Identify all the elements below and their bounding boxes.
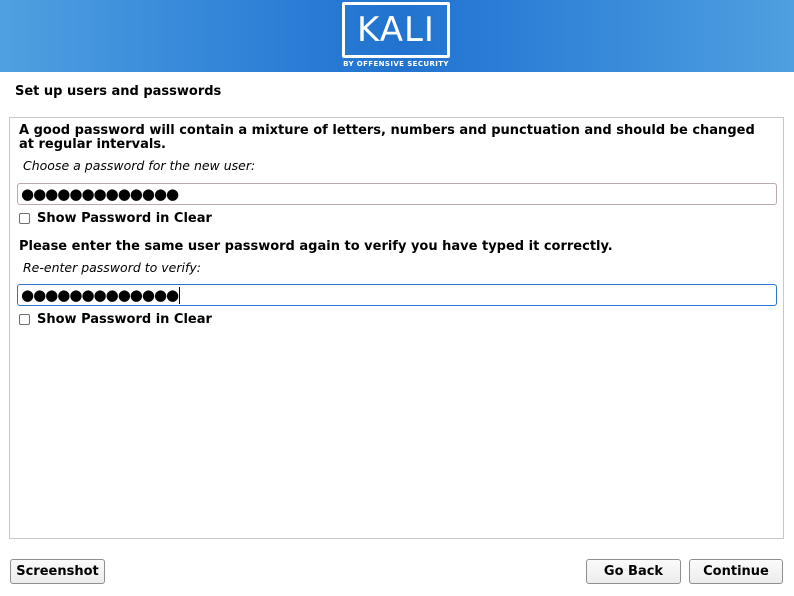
go-back-button[interactable]: Go Back — [586, 559, 681, 584]
show-password-checkbox[interactable] — [19, 212, 30, 224]
kali-logo: KALI — [342, 2, 450, 58]
logo-text: KALI — [357, 10, 435, 50]
password-input[interactable]: ●●●●●●●●●●●●● — [17, 183, 777, 205]
password-field-label: Choose a password for the new user: — [23, 158, 256, 173]
show-password-row[interactable]: Show Password in Clear — [19, 210, 212, 226]
verify-masked-value: ●●●●●●●●●●●●● — [21, 286, 179, 304]
verify-field-label: Re-enter password to verify: — [23, 260, 201, 275]
kali-banner: KALI BY OFFENSIVE SECURITY — [0, 0, 794, 72]
content-panel — [9, 117, 784, 539]
show-verify-password-row[interactable]: Show Password in Clear — [19, 311, 212, 327]
show-verify-password-checkbox[interactable] — [19, 313, 30, 325]
show-password-label[interactable]: Show Password in Clear — [37, 211, 212, 226]
verify-password-input[interactable]: ●●●●●●●●●●●●● — [17, 284, 777, 306]
text-caret — [179, 287, 181, 304]
continue-button[interactable]: Continue — [689, 559, 783, 584]
verify-description: Please enter the same user password agai… — [19, 239, 613, 254]
logo-subtitle: BY OFFENSIVE SECURITY — [343, 60, 449, 68]
show-verify-password-label[interactable]: Show Password in Clear — [37, 312, 212, 327]
password-description: A good password will contain a mixture o… — [19, 123, 755, 152]
page-title: Set up users and passwords — [15, 84, 222, 99]
password-masked-value: ●●●●●●●●●●●●● — [21, 185, 179, 203]
screenshot-button[interactable]: Screenshot — [10, 559, 105, 584]
